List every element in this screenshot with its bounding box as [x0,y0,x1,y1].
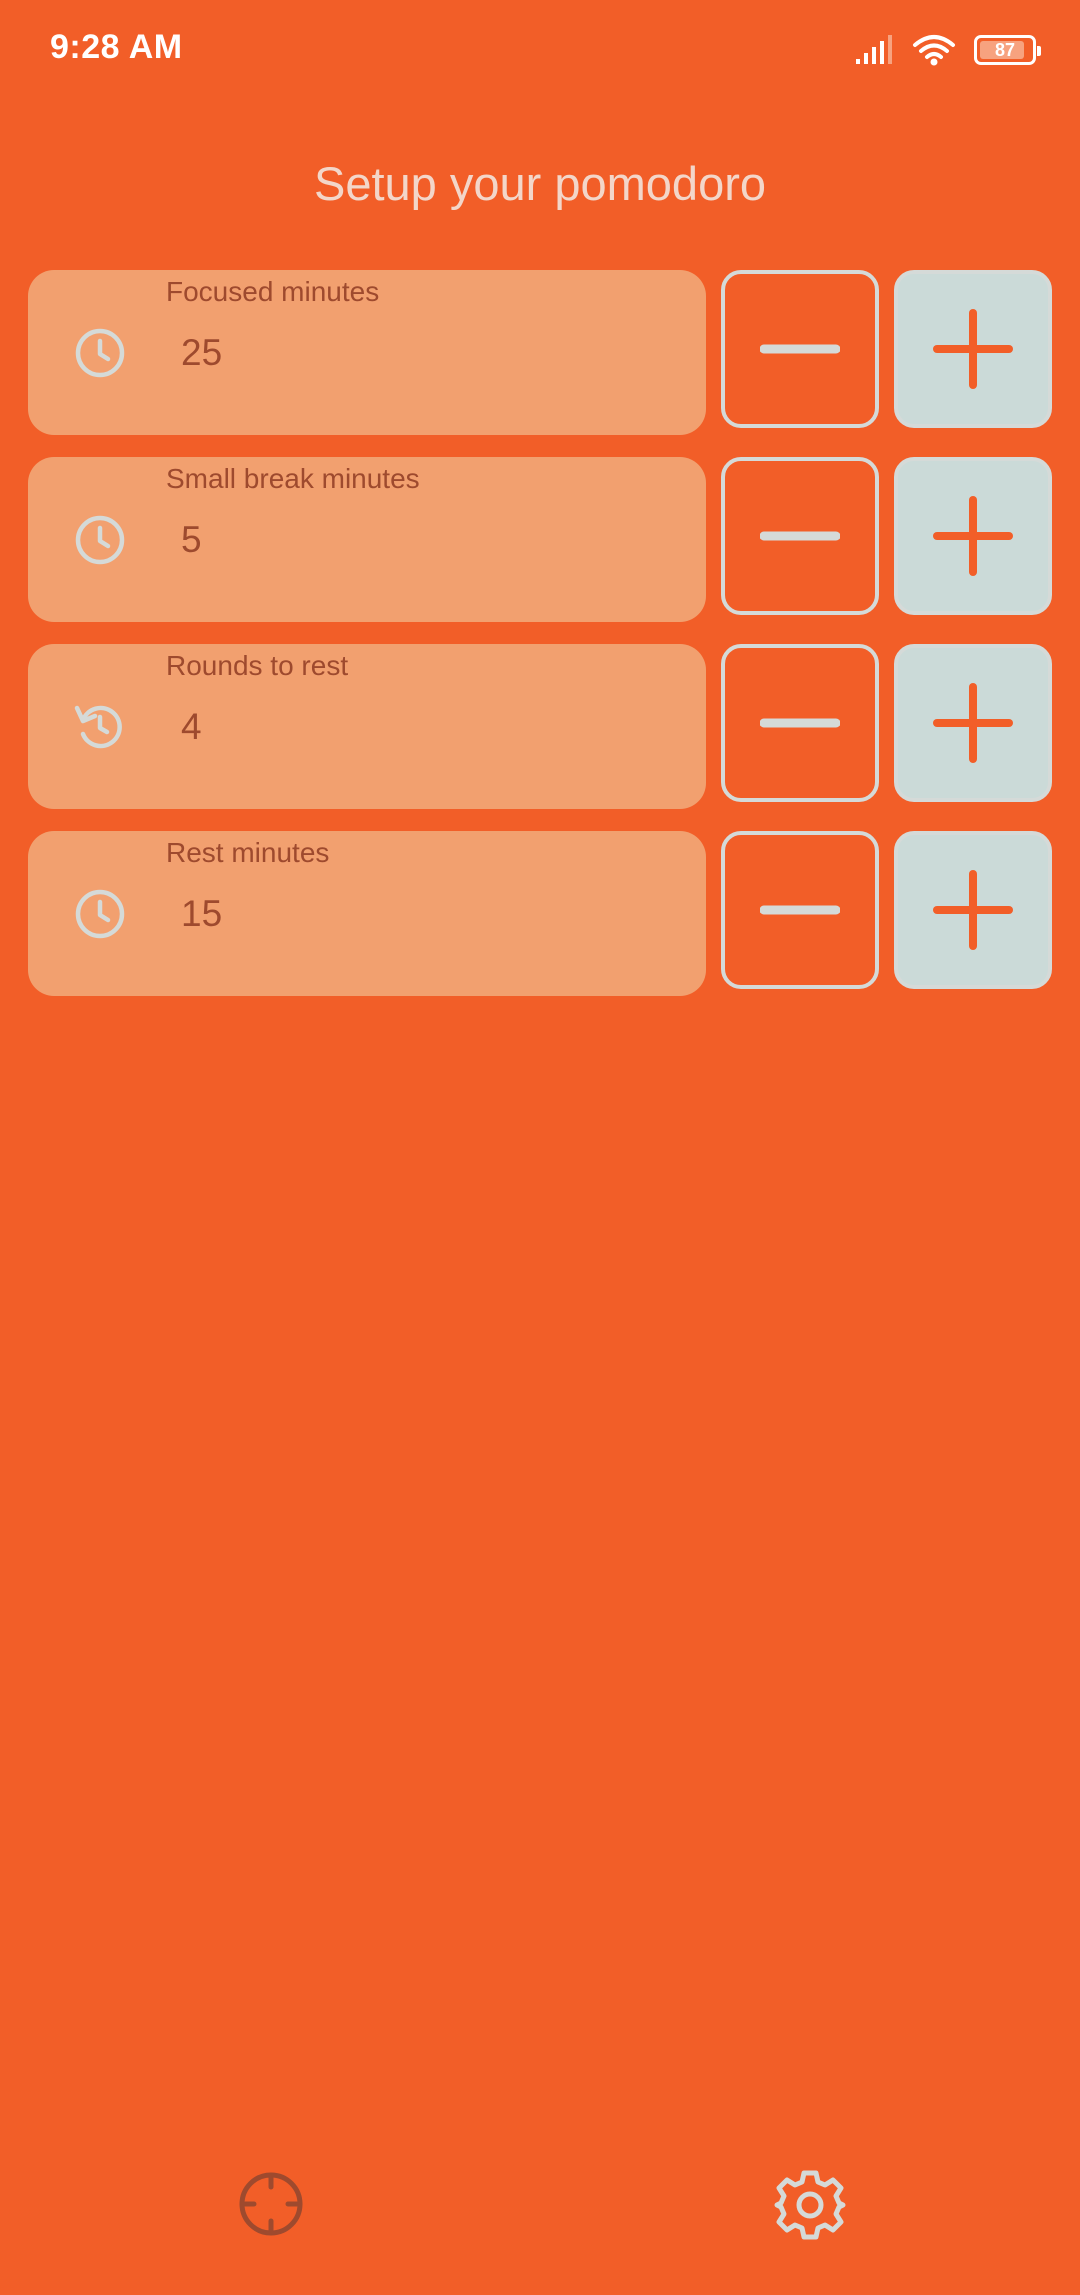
increment-button[interactable] [894,270,1052,428]
field-label: Rounds to rest [166,650,349,681]
bottom-nav [0,2170,1080,2250]
rest-minutes-field[interactable]: Rest minutes 15 [28,831,706,996]
minus-icon [760,718,840,728]
focused-minutes-field[interactable]: Focused minutes 25 [28,270,706,435]
status-time: 9:28 AM [50,28,183,66]
setting-row-focused-minutes: Focused minutes 25 [28,270,1052,435]
setting-row-small-break-minutes: Small break minutes 5 [28,457,1052,622]
small-break-minutes-field[interactable]: Small break minutes 5 [28,457,706,622]
field-value[interactable]: 25 [181,332,222,374]
signal-icon [856,35,892,64]
plus-icon [933,870,1013,950]
wifi-icon [913,35,955,66]
battery-icon: 87 [974,35,1041,65]
rounds-to-rest-field[interactable]: Rounds to rest 4 [28,644,706,809]
decrement-button[interactable] [721,270,879,428]
field-value[interactable]: 5 [181,519,202,561]
settings-list: Focused minutes 25 Small break minutes 5 [28,270,1052,1018]
field-label: Rest minutes [166,837,330,868]
increment-button[interactable] [894,644,1052,802]
minus-icon [760,531,840,541]
clock-icon [75,889,125,939]
increment-button[interactable] [894,457,1052,615]
setting-row-rounds-to-rest: Rounds to rest 4 [28,644,1052,809]
battery-level: 87 [994,40,1016,60]
restart-icon [74,705,122,749]
field-label: Focused minutes [166,276,380,307]
field-label: Small break minutes [166,463,420,494]
status-icons: 87 [854,30,1041,70]
decrement-button[interactable] [721,457,879,615]
plus-icon [933,496,1013,576]
status-bar: 9:28 AM 87 [0,0,1080,100]
plus-icon [933,683,1013,763]
clock-icon [75,515,125,565]
field-value[interactable]: 15 [181,893,222,935]
decrement-button[interactable] [721,831,879,989]
crosshair-icon[interactable] [237,2170,305,2238]
gear-icon[interactable] [773,2168,847,2242]
minus-icon [760,344,840,354]
increment-button[interactable] [894,831,1052,989]
decrement-button[interactable] [721,644,879,802]
minus-icon [760,905,840,915]
page-title: Setup your pomodoro [313,157,766,210]
setting-row-rest-minutes: Rest minutes 15 [28,831,1052,996]
field-value[interactable]: 4 [181,706,202,748]
clock-icon [75,328,125,378]
plus-icon [933,309,1013,389]
